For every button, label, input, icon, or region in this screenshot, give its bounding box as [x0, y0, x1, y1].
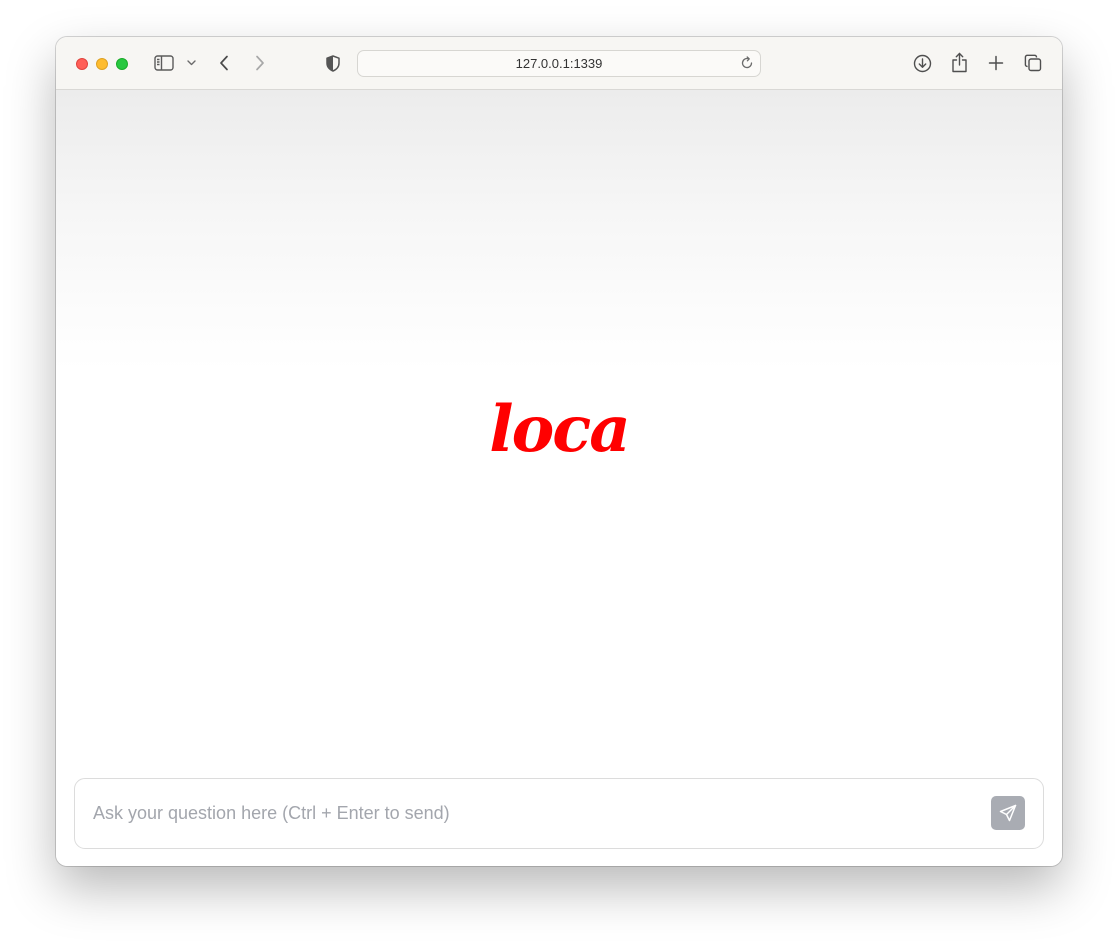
chevron-down-icon[interactable] [185, 57, 197, 69]
browser-toolbar: 127.0.0.1:1339 [56, 37, 1062, 90]
screenshot-stage: 127.0.0.1:1339 loca Ask your question he… [0, 0, 1118, 941]
address-bar[interactable]: 127.0.0.1:1339 [357, 50, 761, 77]
send-button[interactable] [991, 796, 1025, 830]
share-icon[interactable] [949, 51, 969, 73]
plus-icon[interactable] [986, 53, 1006, 73]
app-logo: loca [489, 392, 630, 467]
minimize-window-button[interactable] [96, 58, 108, 70]
sidebar-icon[interactable] [153, 53, 174, 73]
close-window-button[interactable] [76, 58, 88, 70]
url-text: 127.0.0.1:1339 [515, 56, 603, 71]
tabs-icon[interactable] [1023, 53, 1043, 73]
question-box [74, 778, 1044, 849]
shield-icon[interactable] [324, 54, 342, 72]
download-icon[interactable] [912, 53, 932, 73]
page-content: loca [56, 90, 1062, 866]
chevron-right-icon[interactable] [250, 53, 270, 73]
reload-icon[interactable] [740, 56, 754, 70]
browser-window: 127.0.0.1:1339 loca Ask your question he… [56, 37, 1062, 866]
chevron-left-icon[interactable] [214, 53, 234, 73]
zoom-window-button[interactable] [116, 58, 128, 70]
send-icon [999, 804, 1017, 822]
question-input[interactable] [93, 797, 973, 829]
